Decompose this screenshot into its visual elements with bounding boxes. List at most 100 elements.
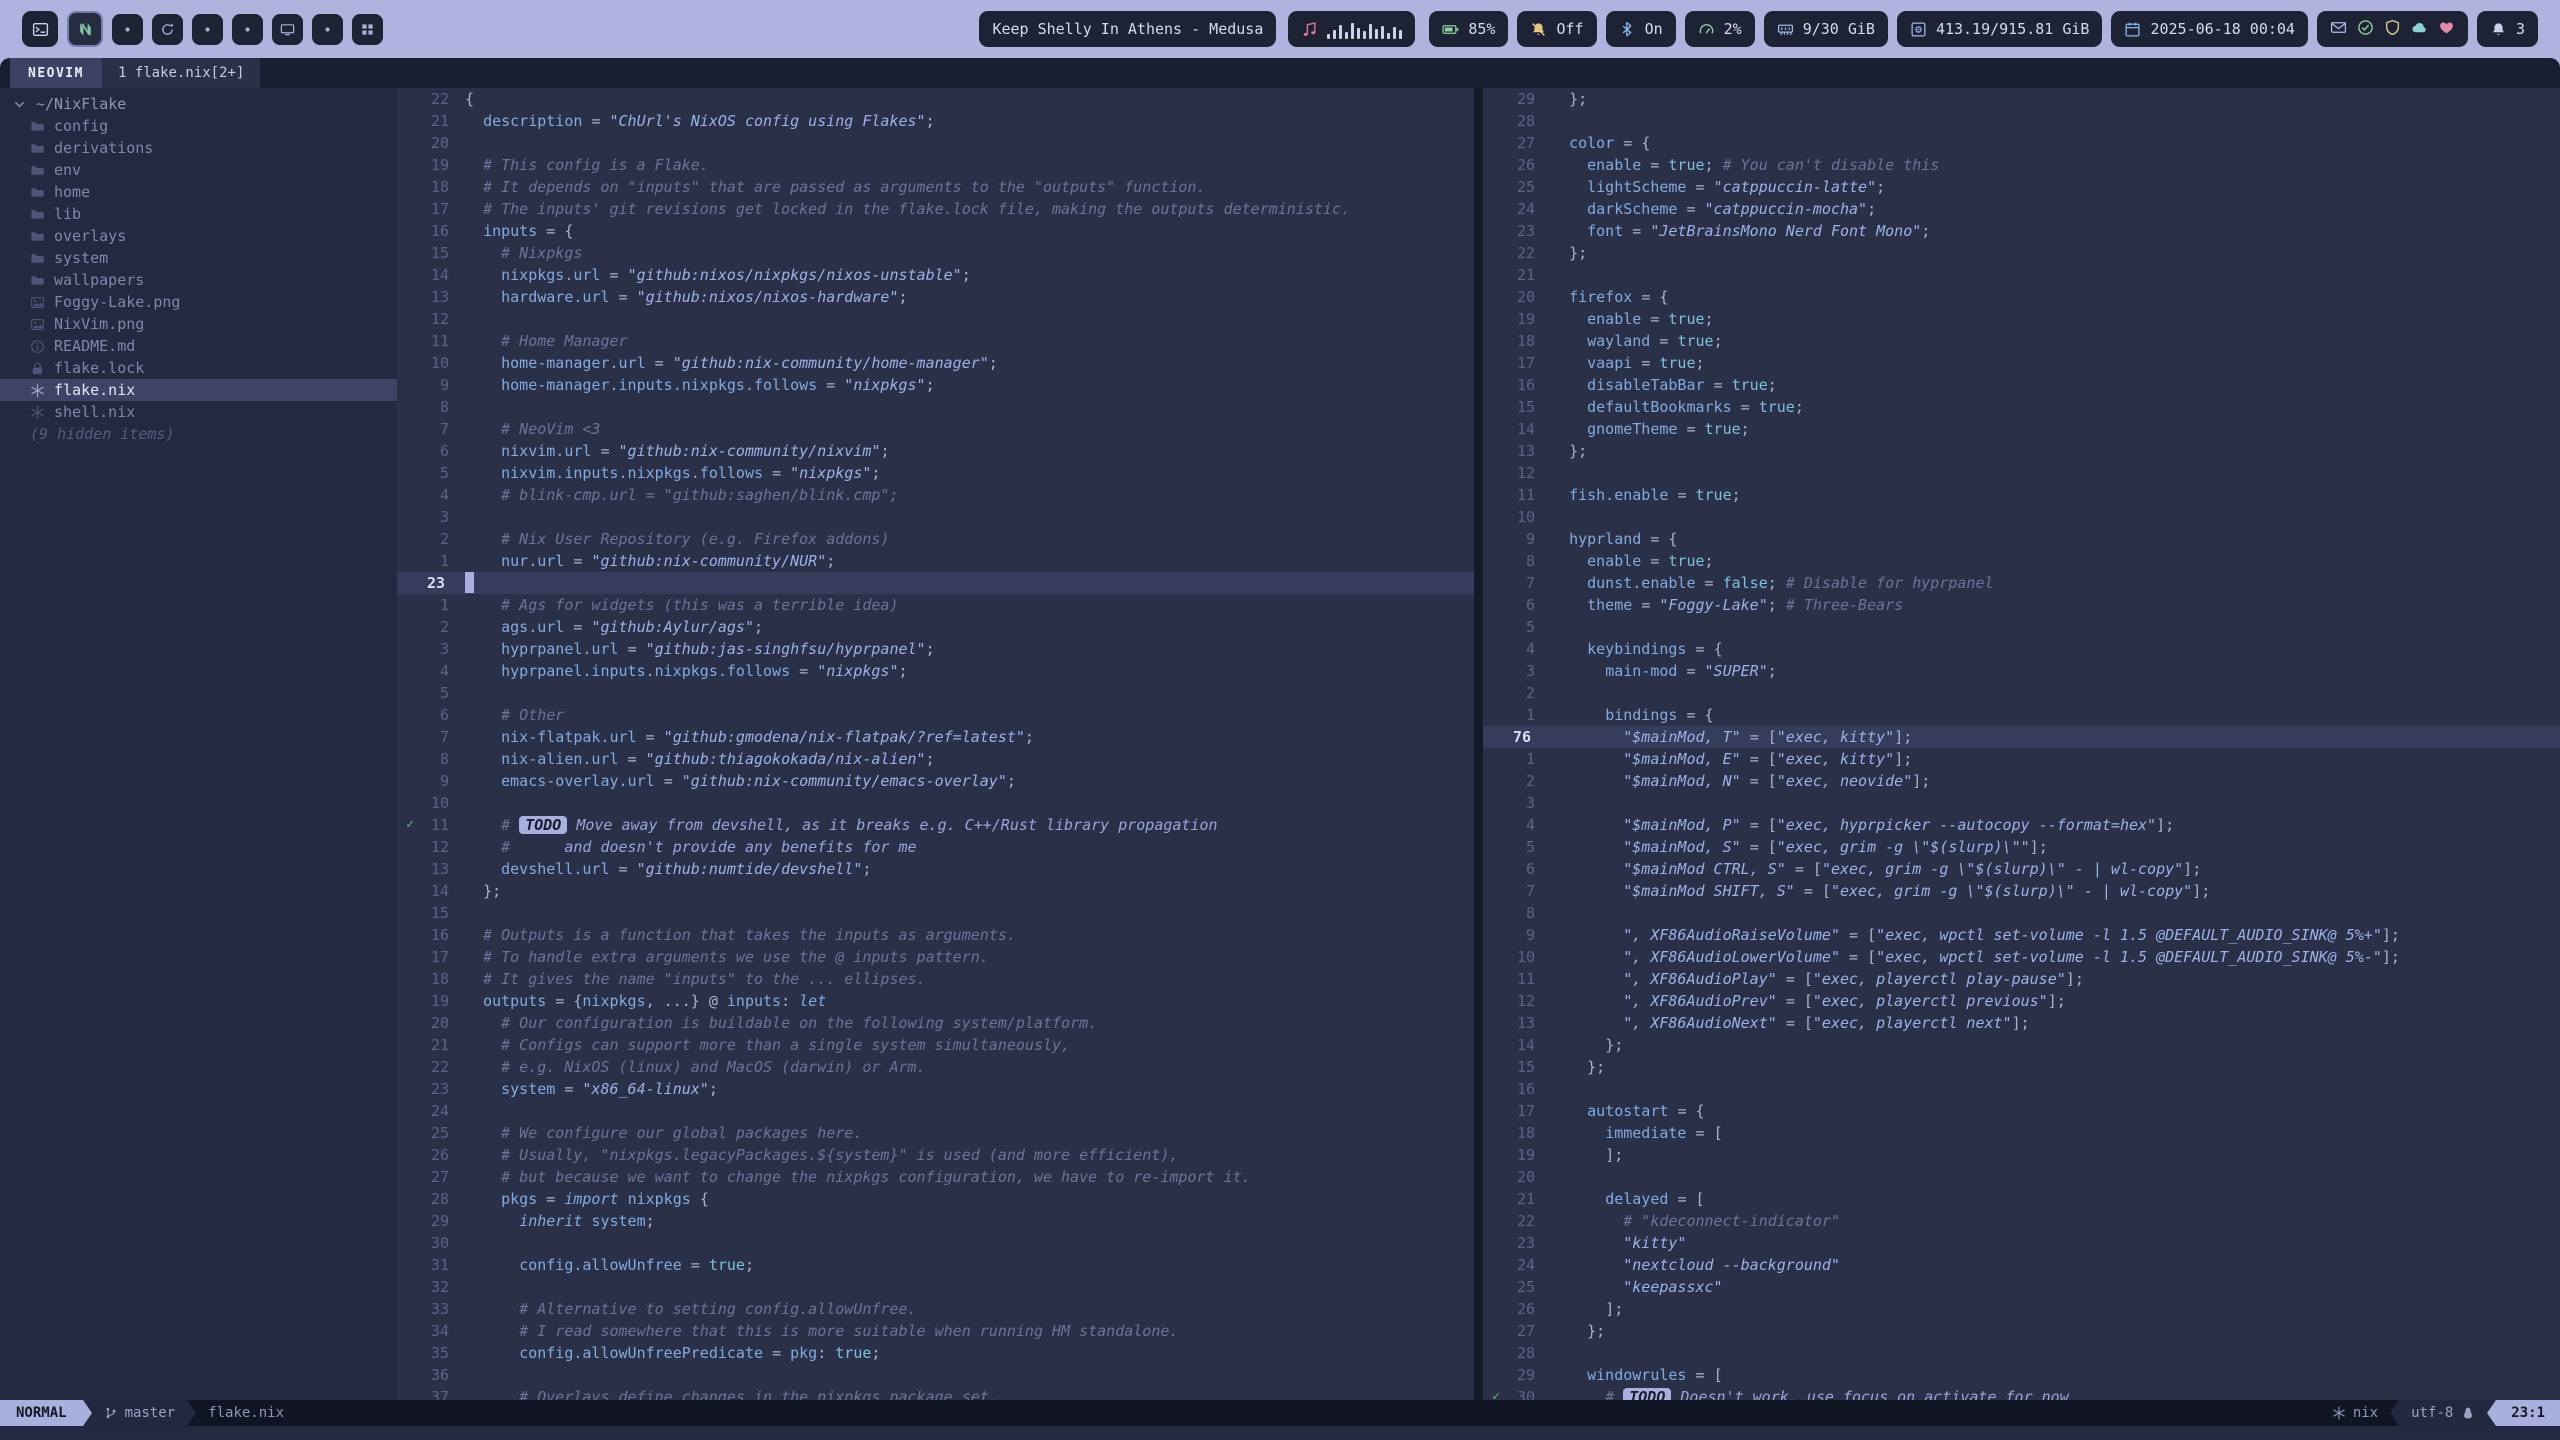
code-line[interactable]: ✓30 # TODO Doesn't work, use focus_on_ac… xyxy=(1483,1386,2560,1400)
tray-shield[interactable] xyxy=(2384,19,2401,40)
notification-center[interactable]: 3 xyxy=(2477,11,2538,47)
code-line[interactable]: 4 # blink-cmp.url = "github:saghen/blink… xyxy=(397,484,1474,506)
code-line[interactable]: 22 }; xyxy=(1483,242,2560,264)
code-line[interactable]: 25 lightScheme = "catppuccin-latte"; xyxy=(1483,176,2560,198)
code-line[interactable]: 11 ", XF86AudioPlay" = ["exec, playerctl… xyxy=(1483,968,2560,990)
code-line[interactable]: 5 nixvim.inputs.nixpkgs.follows = "nixpk… xyxy=(397,462,1474,484)
workspace-neovim[interactable] xyxy=(67,11,103,47)
code-line[interactable]: 27 # but because we want to change the n… xyxy=(397,1166,1474,1188)
tree-item-overlays[interactable]: overlays xyxy=(0,225,397,247)
code-line[interactable]: 17 autostart = { xyxy=(1483,1100,2560,1122)
code-line[interactable]: 34 # I read somewhere that this is more … xyxy=(397,1320,1474,1342)
tray-heart[interactable] xyxy=(2438,19,2455,40)
code-line[interactable]: 3 xyxy=(1483,792,2560,814)
code-line[interactable]: 21 xyxy=(1483,264,2560,286)
code-line[interactable]: 16 disableTabBar = true; xyxy=(1483,374,2560,396)
code-line[interactable]: 28 pkgs = import nixpkgs { xyxy=(397,1188,1474,1210)
code-line[interactable]: 27 }; xyxy=(1483,1320,2560,1342)
code-line[interactable]: 4 hyprpanel.inputs.nixpkgs.follows = "ni… xyxy=(397,660,1474,682)
code-line[interactable]: 11 fish.enable = true; xyxy=(1483,484,2560,506)
code-line[interactable]: 13 devshell.url = "github:numtide/devshe… xyxy=(397,858,1474,880)
memory-module[interactable]: 9/30 GiB xyxy=(1764,11,1888,47)
notifications-dnd-module[interactable]: Off xyxy=(1517,11,1596,47)
code-line[interactable]: 1 "$mainMod, E" = ["exec, kitty"]; xyxy=(1483,748,2560,770)
code-line[interactable]: 14 }; xyxy=(397,880,1474,902)
code-line[interactable]: 8 xyxy=(1483,902,2560,924)
code-line[interactable]: 9 home-manager.inputs.nixpkgs.follows = … xyxy=(397,374,1474,396)
code-line[interactable]: 23 system = "x86_64-linux"; xyxy=(397,1078,1474,1100)
code-line[interactable]: 4 "$mainMod, P" = ["exec, hyprpicker --a… xyxy=(1483,814,2560,836)
code-line[interactable]: 10 home-manager.url = "github:nix-commun… xyxy=(397,352,1474,374)
code-line[interactable]: 18 wayland = true; xyxy=(1483,330,2560,352)
code-line[interactable]: 31 config.allowUnfree = true; xyxy=(397,1254,1474,1276)
workspace-3[interactable] xyxy=(232,14,263,45)
code-line[interactable]: 13 ", XF86AudioNext" = ["exec, playerctl… xyxy=(1483,1012,2560,1034)
code-line[interactable]: 15 # Nixpkgs xyxy=(397,242,1474,264)
code-line[interactable]: 14 gnomeTheme = true; xyxy=(1483,418,2560,440)
code-line[interactable]: 5 "$mainMod, S" = ["exec, grim -g \"$(sl… xyxy=(1483,836,2560,858)
code-line[interactable]: 35 config.allowUnfreePredicate = pkg: tr… xyxy=(397,1342,1474,1364)
code-line[interactable]: 9 ", XF86AudioRaiseVolume" = ["exec, wpc… xyxy=(1483,924,2560,946)
code-line[interactable]: 20 # Our configuration is buildable on t… xyxy=(397,1012,1474,1034)
code-line[interactable]: 25 "keepassxc" xyxy=(1483,1276,2560,1298)
code-line[interactable]: 8 xyxy=(397,396,1474,418)
tray-cloud[interactable] xyxy=(2411,19,2428,40)
code-line[interactable]: 21 # Configs can support more than a sin… xyxy=(397,1034,1474,1056)
code-line[interactable]: 25 # We configure our global packages he… xyxy=(397,1122,1474,1144)
tree-item-flake-nix[interactable]: flake.nix xyxy=(0,379,397,401)
code-line[interactable]: 1 # Ags for widgets (this was a terrible… xyxy=(397,594,1474,616)
code-line[interactable]: 3 main-mod = "SUPER"; xyxy=(1483,660,2560,682)
tree-item-9-hidden-items[interactable]: (9 hidden items) xyxy=(0,423,397,445)
code-line[interactable]: 76 "$mainMod, T" = ["exec, kitty"]; xyxy=(1483,726,2560,748)
tree-item-env[interactable]: env xyxy=(0,159,397,181)
code-line[interactable]: 28 xyxy=(1483,110,2560,132)
battery-module[interactable]: 85% xyxy=(1429,11,1508,47)
code-line[interactable]: 20 firefox = { xyxy=(1483,286,2560,308)
code-line[interactable]: 7 nix-flatpak.url = "github:gmodena/nix-… xyxy=(397,726,1474,748)
code-line[interactable]: 6 "$mainMod CTRL, S" = ["exec, grim -g \… xyxy=(1483,858,2560,880)
code-line[interactable]: 2 xyxy=(1483,682,2560,704)
code-line[interactable]: 22 # "kdeconnect-indicator" xyxy=(1483,1210,2560,1232)
code-line[interactable]: 16 inputs = { xyxy=(397,220,1474,242)
code-line[interactable]: 1 bindings = { xyxy=(1483,704,2560,726)
tray-check[interactable] xyxy=(2357,19,2374,40)
code-line[interactable]: 2 "$mainMod, N" = ["exec, neovide"]; xyxy=(1483,770,2560,792)
code-line[interactable]: 10 xyxy=(1483,506,2560,528)
code-line[interactable]: 2 ags.url = "github:Aylur/ags"; xyxy=(397,616,1474,638)
tree-item-flake-lock[interactable]: flake.lock xyxy=(0,357,397,379)
code-line[interactable]: 6 theme = "Foggy-Lake"; # Three-Bears xyxy=(1483,594,2560,616)
code-line[interactable]: 29 }; xyxy=(1483,88,2560,110)
tray-mail[interactable] xyxy=(2330,19,2347,40)
code-line[interactable]: 20 xyxy=(397,132,1474,154)
code-line[interactable]: 8 enable = true; xyxy=(1483,550,2560,572)
code-line[interactable]: 12 ", XF86AudioPrev" = ["exec, playerctl… xyxy=(1483,990,2560,1012)
code-line[interactable]: 13 hardware.url = "github:nixos/nixos-ha… xyxy=(397,286,1474,308)
code-line[interactable]: 22{ xyxy=(397,88,1474,110)
code-line[interactable]: 18 immediate = [ xyxy=(1483,1122,2560,1144)
tree-item-nixvim-png[interactable]: NixVim.png xyxy=(0,313,397,335)
code-line[interactable]: 7 "$mainMod SHIFT, S" = ["exec, grim -g … xyxy=(1483,880,2560,902)
tree-item-shell-nix[interactable]: shell.nix xyxy=(0,401,397,423)
code-line[interactable]: 9 emacs-overlay.url = "github:nix-commun… xyxy=(397,770,1474,792)
code-line[interactable]: 29 inherit system; xyxy=(397,1210,1474,1232)
code-line[interactable]: 36 xyxy=(397,1364,1474,1386)
code-line[interactable]: 26 # Usually, "nixpkgs.legacyPackages.${… xyxy=(397,1144,1474,1166)
code-line[interactable]: 12 xyxy=(397,308,1474,330)
code-line[interactable]: 32 xyxy=(397,1276,1474,1298)
code-line[interactable]: 30 xyxy=(397,1232,1474,1254)
code-line[interactable]: 22 # e.g. NixOS (linux) and MacOS (darwi… xyxy=(397,1056,1474,1078)
code-line[interactable]: 19 ]; xyxy=(1483,1144,2560,1166)
code-line[interactable]: 17 # The inputs' git revisions get locke… xyxy=(397,198,1474,220)
code-line[interactable]: 28 xyxy=(1483,1342,2560,1364)
tree-item-config[interactable]: config xyxy=(0,115,397,137)
tree-root[interactable]: ~/NixFlake xyxy=(0,93,397,115)
workspace-monitor[interactable] xyxy=(272,14,303,45)
code-line[interactable]: 14 nixpkgs.url = "github:nixos/nixpkgs/n… xyxy=(397,264,1474,286)
code-line[interactable]: 18 # It gives the name "inputs" to the .… xyxy=(397,968,1474,990)
tree-item-wallpapers[interactable]: wallpapers xyxy=(0,269,397,291)
code-line[interactable]: 10 ", XF86AudioLowerVolume" = ["exec, wp… xyxy=(1483,946,2560,968)
code-line[interactable]: 33 # Alternative to setting config.allow… xyxy=(397,1298,1474,1320)
workspace-sync[interactable] xyxy=(152,14,183,45)
code-line[interactable]: 26 ]; xyxy=(1483,1298,2560,1320)
code-line[interactable]: 26 enable = true; # You can't disable th… xyxy=(1483,154,2560,176)
